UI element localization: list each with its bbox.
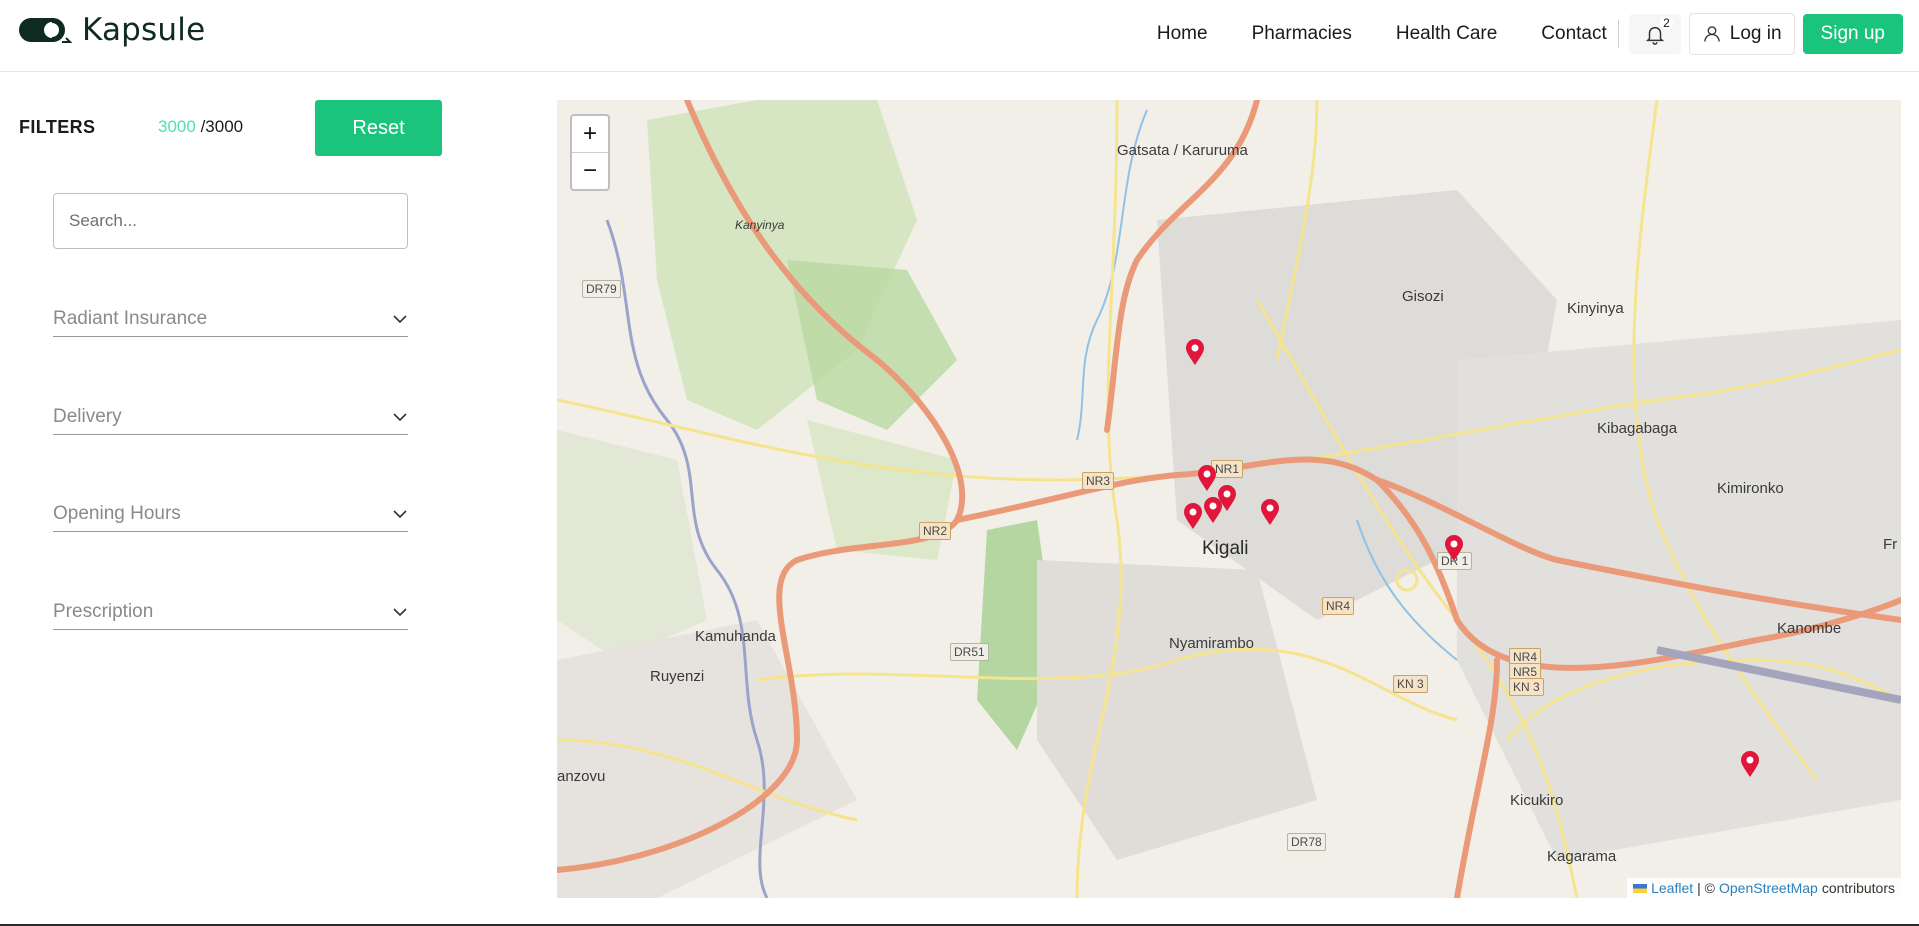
login-button[interactable]: Log in [1688, 13, 1795, 55]
leaflet-link[interactable]: Leaflet [1651, 880, 1693, 896]
map-label-kagarama: Kagarama [1547, 848, 1617, 865]
map-label-gatsata: Gatsata / Karuruma [1117, 142, 1248, 159]
map-label-fr: Fr [1883, 536, 1898, 553]
zoom-out-button[interactable]: − [572, 152, 608, 189]
map-label-kinyinya: Kinyinya [1567, 300, 1624, 317]
delivery-dropdown-label: Delivery [53, 406, 122, 427]
nav-pharmacies[interactable]: Pharmacies [1252, 23, 1352, 45]
ukraine-flag-icon [1633, 883, 1648, 893]
top-navbar: Kapsule Home Pharmacies Health Care Cont… [0, 0, 1919, 72]
map-label-kamuhanda: Kamuhanda [695, 628, 776, 645]
map-label-kanyinya: Kanyinya [735, 218, 785, 232]
filters-title: FILTERS [19, 117, 96, 137]
kapsule-logo-icon [19, 18, 72, 43]
map-label-kanombe: Kanombe [1777, 620, 1842, 637]
brand-name: Kapsule [82, 12, 206, 48]
nav-divider [1617, 20, 1619, 48]
map-label-nzovu: anzovu [557, 768, 606, 785]
signup-button[interactable]: Sign up [1802, 14, 1903, 54]
chevron-down-icon [393, 413, 407, 422]
map-label-nyamirambo: Nyamirambo [1169, 635, 1255, 652]
map-label-kicukiro: Kicukiro [1510, 792, 1564, 809]
filters-count: 3000 /3000 [158, 117, 243, 137]
filters-count-total: /3000 [200, 117, 244, 136]
nav-home[interactable]: Home [1157, 23, 1208, 45]
notifications-button[interactable]: 2 [1628, 14, 1681, 54]
map-label-kigali: Kigali [1202, 538, 1249, 559]
road-shield-nr2: NR2 [919, 522, 952, 540]
chevron-down-icon [393, 608, 407, 617]
road-shield-kn3-b: KN 3 [1509, 678, 1544, 696]
main-nav: Home Pharmacies Health Care Contact 2 Lo… [1157, 13, 1903, 55]
prescription-dropdown-label: Prescription [53, 601, 154, 622]
zoom-in-button[interactable]: + [572, 116, 608, 152]
search-input[interactable] [53, 193, 408, 249]
road-shield-kn3: KN 3 [1393, 675, 1428, 693]
pharmacy-map[interactable]: + − Gatsata / Karuruma Gisozi Kinyinya K… [557, 100, 1901, 898]
insurance-dropdown[interactable]: Radiant Insurance [53, 302, 408, 337]
nav-health-care[interactable]: Health Care [1396, 23, 1497, 45]
road-shield-nr3: NR3 [1082, 472, 1115, 490]
road-shield-dr79: DR79 [582, 280, 621, 298]
attribution-suffix: contributors [1821, 880, 1895, 896]
zoom-control: + − [570, 114, 610, 191]
user-icon [1704, 26, 1720, 42]
login-label: Log in [1729, 23, 1782, 44]
pharmacy-marker-pin-icon[interactable] [1444, 534, 1464, 562]
pharmacy-marker-pin-icon[interactable] [1203, 496, 1223, 524]
chevron-down-icon [393, 510, 407, 519]
road-shield-nr4: NR4 [1322, 597, 1355, 615]
filters-count-shown: 3000 [158, 117, 196, 136]
road-shield-dr78: DR78 [1287, 833, 1326, 851]
map-label-gisozi: Gisozi [1402, 288, 1444, 305]
pharmacy-marker-pin-icon[interactable] [1740, 750, 1760, 778]
map-label-kimironko: Kimironko [1717, 480, 1784, 497]
pharmacy-marker-pin-icon[interactable] [1185, 338, 1205, 366]
attribution-separator: | © [1697, 880, 1715, 896]
pharmacy-marker-pin-icon[interactable] [1197, 464, 1217, 492]
openstreetmap-link[interactable]: OpenStreetMap [1719, 880, 1818, 896]
insurance-dropdown-label: Radiant Insurance [53, 308, 208, 329]
brand[interactable]: Kapsule [18, 12, 205, 48]
opening-hours-dropdown[interactable]: Opening Hours [53, 497, 408, 532]
prescription-dropdown[interactable]: Prescription [53, 595, 408, 630]
map-attribution: Leaflet | © OpenStreetMap contributors [1627, 878, 1901, 898]
notification-count-badge: 2 [1660, 16, 1673, 30]
road-shield-dr51: DR51 [950, 643, 989, 661]
pharmacy-marker-pin-icon[interactable] [1183, 502, 1203, 530]
opening-hours-dropdown-label: Opening Hours [53, 503, 181, 524]
pharmacy-marker-pin-icon[interactable] [1260, 498, 1280, 526]
map-label-ruyenzi: Ruyenzi [650, 668, 705, 685]
map-label-kibagabaga: Kibagabaga [1597, 420, 1678, 437]
nav-contact[interactable]: Contact [1541, 23, 1606, 45]
reset-button[interactable]: Reset [315, 100, 442, 156]
delivery-dropdown[interactable]: Delivery [53, 400, 408, 435]
chevron-down-icon [393, 315, 407, 324]
